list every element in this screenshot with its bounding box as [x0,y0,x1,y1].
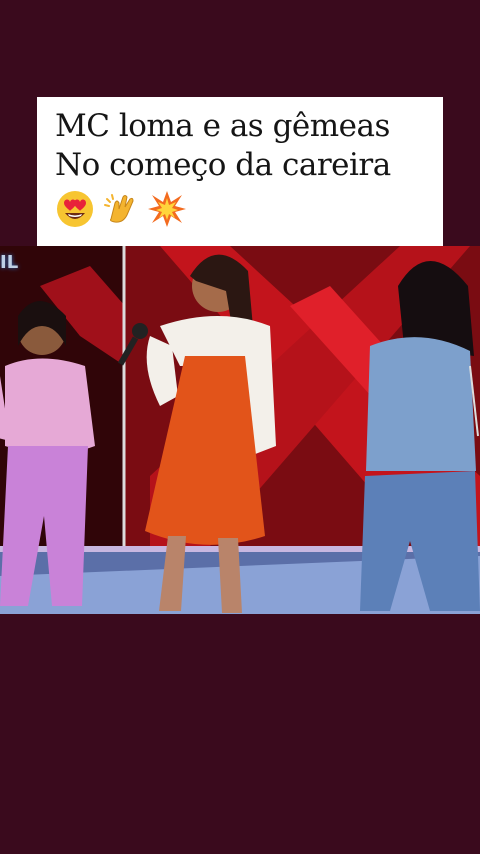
channel-watermark: IL [0,252,19,273]
caption-line-2: No começo da careira [55,147,391,183]
collision-emoji-icon [147,189,187,229]
video-frame[interactable]: IL [0,246,480,614]
clapping-hands-emoji-icon [101,189,141,229]
emoji-row [55,189,427,229]
heart-eyes-emoji-icon [55,189,95,229]
caption-line-1: MC loma e as gêmeas [55,108,390,144]
video-scene [0,246,480,614]
caption-card: MC loma e as gêmeas No começo da careira [37,97,443,246]
